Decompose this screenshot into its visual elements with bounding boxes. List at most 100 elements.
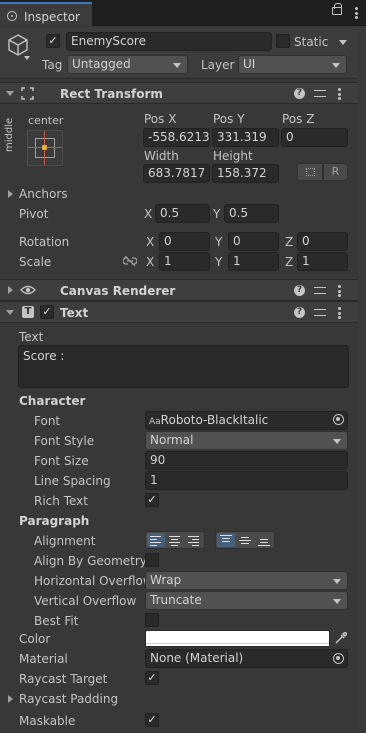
pivot-label: Pivot <box>19 207 49 221</box>
lock-icon[interactable] <box>332 3 342 15</box>
scale-x-axis: X <box>146 255 155 269</box>
inspector-scrollbar[interactable] <box>358 27 366 733</box>
pos-z-label: Pos Z <box>282 112 315 126</box>
best-fit-label: Best Fit <box>34 614 79 628</box>
scale-y-axis: Y <box>215 255 223 269</box>
rotation-y-input[interactable]: 0 <box>228 232 279 251</box>
rect-transform-header[interactable]: Rect Transform ? <box>0 82 366 104</box>
object-picker-icon[interactable] <box>333 414 344 425</box>
collapse-arrow-icon[interactable] <box>6 91 14 96</box>
font-style-label: Font Style <box>34 434 95 448</box>
static-dropdown-icon[interactable] <box>339 40 347 45</box>
tag-dropdown[interactable]: Untagged <box>67 55 188 74</box>
canvas-renderer-title: Canvas Renderer <box>60 284 176 298</box>
pos-x-input[interactable]: -558.6213 <box>143 128 210 147</box>
collapse-arrow-icon[interactable] <box>6 310 14 315</box>
align-center-icon[interactable] <box>166 533 184 547</box>
anchor-v-label: middle <box>4 117 15 152</box>
text-component-header[interactable]: T ✓ Text ? <box>0 301 366 323</box>
canvas-renderer-header[interactable]: Canvas Renderer ? <box>0 279 366 301</box>
pos-x-label: Pos X <box>144 112 177 126</box>
component-menu-icon[interactable] <box>338 88 341 100</box>
raycast-padding-foldout-icon[interactable] <box>8 695 13 703</box>
best-fit-checkbox[interactable] <box>145 613 159 627</box>
text-enabled-checkbox[interactable]: ✓ <box>40 305 54 319</box>
font-size-input[interactable]: 90 <box>145 451 348 470</box>
rotation-z-axis: Z <box>285 235 294 249</box>
maskable-checkbox[interactable]: ✓ <box>145 713 159 727</box>
font-label: Font <box>34 414 61 428</box>
tab-inspector[interactable]: Inspector <box>0 2 92 26</box>
presets-icon[interactable] <box>314 88 326 99</box>
layer-dropdown[interactable]: UI <box>238 55 347 74</box>
scale-y-input[interactable]: 1 <box>228 252 279 271</box>
material-object-field[interactable]: None (Material) <box>145 649 348 668</box>
rich-text-checkbox[interactable]: ✓ <box>145 493 159 507</box>
eyedropper-icon[interactable] <box>334 632 347 645</box>
font-style-dropdown[interactable]: Normal <box>145 431 348 450</box>
align-top-icon[interactable] <box>217 533 235 547</box>
vertical-alignment-group <box>215 531 275 549</box>
pos-y-input[interactable]: 331.319 <box>212 128 279 147</box>
component-menu-icon[interactable] <box>338 307 341 319</box>
expand-arrow-icon[interactable] <box>8 286 13 294</box>
rect-transform-icon <box>21 87 34 100</box>
static-checkbox[interactable] <box>276 34 290 48</box>
pos-z-input[interactable]: 0 <box>281 128 348 147</box>
presets-icon[interactable] <box>314 285 326 296</box>
align-middle-icon[interactable] <box>236 533 254 547</box>
active-checkbox[interactable]: ✓ <box>46 34 60 48</box>
character-section-label: Character <box>19 394 86 408</box>
blueprint-mode-button[interactable] <box>297 163 323 181</box>
help-icon[interactable]: ? <box>294 307 305 318</box>
inspector-tab-bar: Inspector <box>0 0 366 26</box>
pivot-x-axis: X <box>144 207 153 221</box>
height-input[interactable]: 158.372 <box>212 164 279 183</box>
object-name-input[interactable]: EnemyScore <box>66 32 272 51</box>
align-left-icon[interactable] <box>147 533 165 547</box>
anchors-label[interactable]: Anchors <box>19 187 68 201</box>
scale-x-input[interactable]: 1 <box>159 252 210 271</box>
text-label: Text <box>19 330 44 344</box>
text-component-icon: T <box>22 306 34 318</box>
raycast-padding-label[interactable]: Raycast Padding <box>19 692 118 706</box>
pos-y-label: Pos Y <box>213 112 245 126</box>
more-menu-icon[interactable] <box>355 7 358 19</box>
material-label: Material <box>19 652 68 666</box>
font-asset-icon: Aa <box>149 417 161 427</box>
object-picker-icon[interactable] <box>333 653 344 664</box>
anchor-preset-button[interactable] <box>27 130 63 166</box>
help-icon[interactable]: ? <box>294 285 305 296</box>
rotation-x-axis: X <box>146 235 155 249</box>
anchors-foldout-icon[interactable] <box>8 190 13 198</box>
align-right-icon[interactable] <box>185 533 203 547</box>
line-spacing-input[interactable]: 1 <box>145 471 348 490</box>
scale-z-input[interactable]: 1 <box>297 252 348 271</box>
eye-icon <box>20 285 36 295</box>
color-swatch[interactable] <box>145 630 330 647</box>
pivot-y-input[interactable]: 0.5 <box>224 204 279 223</box>
help-icon[interactable]: ? <box>294 88 305 99</box>
horizontal-overflow-dropdown[interactable]: Wrap <box>145 571 348 590</box>
align-bottom-icon[interactable] <box>255 533 273 547</box>
component-menu-icon[interactable] <box>338 285 341 297</box>
rotation-z-input[interactable]: 0 <box>297 232 348 251</box>
pivot-x-input[interactable]: 0.5 <box>155 204 210 223</box>
raycast-target-checkbox[interactable]: ✓ <box>145 671 159 685</box>
paragraph-section-label: Paragraph <box>19 514 90 528</box>
width-input[interactable]: 683.7817 <box>143 164 210 183</box>
scale-label: Scale <box>19 255 52 269</box>
rotation-x-input[interactable]: 0 <box>159 232 210 251</box>
tag-label: Tag <box>42 58 63 72</box>
height-label: Height <box>213 149 253 163</box>
presets-icon[interactable] <box>314 307 326 318</box>
font-object-field[interactable]: AaRoboto-BlackItalic <box>145 411 348 430</box>
align-by-geometry-checkbox[interactable] <box>145 553 159 567</box>
constrain-proportions-icon[interactable] <box>123 255 137 267</box>
text-content-area[interactable]: Score : <box>18 345 349 388</box>
alignment-label: Alignment <box>34 534 96 548</box>
vertical-overflow-dropdown[interactable]: Truncate <box>145 591 348 610</box>
raw-edit-button[interactable]: R <box>323 163 348 181</box>
blueprint-icon <box>306 168 315 176</box>
rotation-label: Rotation <box>19 235 70 249</box>
